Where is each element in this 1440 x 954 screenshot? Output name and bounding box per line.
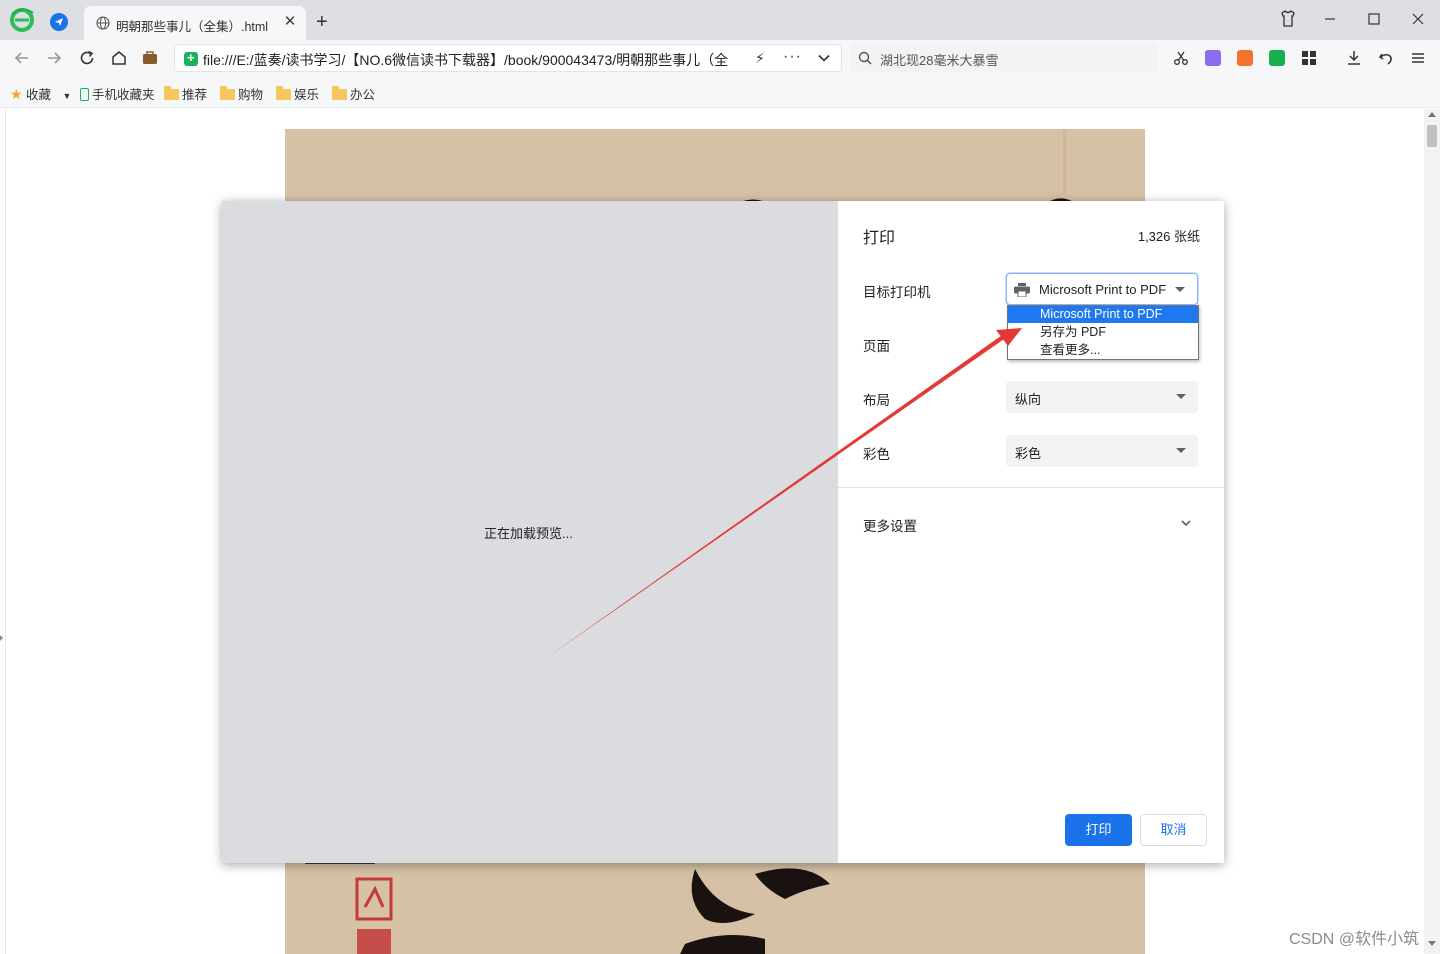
destination-select[interactable]: Microsoft Print to PDF xyxy=(1006,273,1198,305)
print-settings-panel: 打印 1,326 张纸 目标打印机 Microsoft Print to PDF… xyxy=(838,201,1224,863)
pages-label: 页面 xyxy=(863,339,890,354)
scroll-down-icon[interactable] xyxy=(1428,941,1436,946)
csdn-watermark: CSDN @软件小筑 xyxy=(1289,931,1420,948)
print-dialog: 正在加载预览... 打印 1,326 张纸 目标打印机 Microsoft Pr… xyxy=(222,201,1224,863)
printer-icon xyxy=(1014,283,1030,297)
color-value: 彩色 xyxy=(1015,446,1042,461)
preview-loading-text: 正在加载预览... xyxy=(484,526,573,541)
send-icon[interactable] xyxy=(50,13,68,31)
layout-label: 布局 xyxy=(863,393,890,408)
back-icon[interactable] xyxy=(13,49,31,67)
search-suggestion[interactable]: 湖北现28毫米大暴雪 xyxy=(880,50,998,69)
option-see-more[interactable]: 查看更多... xyxy=(1008,342,1198,359)
destination-label: 目标打印机 xyxy=(863,285,931,300)
sheet-count: 1,326 张纸 xyxy=(1137,229,1200,244)
cancel-button[interactable]: 取消 xyxy=(1140,814,1207,846)
layout-select[interactable]: 纵向 xyxy=(1006,381,1198,413)
chevron-down-icon[interactable] xyxy=(817,51,831,65)
minimize-button[interactable] xyxy=(1318,7,1342,31)
dropdown-arrow-icon xyxy=(1176,394,1186,399)
folder-icon xyxy=(220,86,235,100)
bookmark-folder-office[interactable]: 办公 xyxy=(332,84,375,103)
dropdown-arrow-icon xyxy=(1176,448,1186,453)
phone-icon xyxy=(80,88,89,101)
dropdown-arrow-icon xyxy=(1175,287,1185,292)
dialog-title: 打印 xyxy=(863,230,896,247)
settings-divider xyxy=(838,487,1224,488)
tab-strip: 明朝那些事儿（全集）.html ✕ + xyxy=(0,0,1440,40)
address-bar[interactable]: file:///E:/蓝奏/读书学习/【NO.6微信读书下载器】/book/90… xyxy=(174,44,842,72)
print-preview: 正在加载预览... xyxy=(222,201,838,863)
globe-icon xyxy=(96,16,110,30)
close-window-button[interactable] xyxy=(1406,7,1430,31)
chevron-down-icon[interactable] xyxy=(1180,517,1192,529)
search-box[interactable]: 湖北现28毫米大暴雪 xyxy=(850,44,1158,72)
tab-close-icon[interactable]: ✕ xyxy=(282,14,298,30)
bookmark-mobile[interactable]: 手机收藏夹 xyxy=(80,84,155,103)
folder-icon xyxy=(276,86,291,100)
print-button[interactable]: 打印 xyxy=(1065,814,1132,846)
forward-icon[interactable] xyxy=(45,49,63,67)
star-icon: ★ xyxy=(10,86,23,102)
bookmark-favorites[interactable]: ★ 收藏 ▼ xyxy=(10,84,71,103)
reader-icon[interactable] xyxy=(1269,50,1285,66)
search-icon xyxy=(858,51,872,65)
game-icon[interactable] xyxy=(1237,50,1253,66)
navigation-toolbar: file:///E:/蓝奏/读书学习/【NO.6微信读书下载器】/book/90… xyxy=(0,40,1440,76)
destination-dropdown-list: Microsoft Print to PDF 另存为 PDF 查看更多... xyxy=(1007,305,1199,360)
color-select[interactable]: 彩色 xyxy=(1006,435,1198,467)
bookmark-folder-shopping[interactable]: 购物 xyxy=(220,84,263,103)
browser-logo-icon[interactable] xyxy=(9,7,35,33)
bookmark-folder-recommend[interactable]: 推荐 xyxy=(164,84,207,103)
more-icon[interactable]: ··· xyxy=(783,48,802,66)
layout-value: 纵向 xyxy=(1015,392,1042,407)
maximize-button[interactable] xyxy=(1362,7,1386,31)
caret-down-icon[interactable]: ▼ xyxy=(63,91,72,101)
download-icon[interactable] xyxy=(1345,49,1363,67)
reload-icon[interactable] xyxy=(78,49,96,67)
translate-icon[interactable] xyxy=(1205,50,1221,66)
bookmark-folder-entertainment[interactable]: 娱乐 xyxy=(276,84,319,103)
undo-icon[interactable] xyxy=(1377,49,1395,67)
home-icon[interactable] xyxy=(110,49,128,67)
tab-active[interactable]: 明朝那些事儿（全集）.html ✕ xyxy=(84,6,306,40)
url-text[interactable]: file:///E:/蓝奏/读书学习/【NO.6微信读书下载器】/book/90… xyxy=(203,50,743,70)
sidebar-toggle-icon[interactable] xyxy=(0,635,3,641)
scroll-thumb[interactable] xyxy=(1427,125,1437,147)
menu-icon[interactable] xyxy=(1409,49,1427,67)
new-tab-button[interactable]: + xyxy=(316,12,328,32)
page-edge xyxy=(5,109,6,954)
destination-value: Microsoft Print to PDF xyxy=(1039,282,1167,297)
vertical-scrollbar[interactable] xyxy=(1424,109,1440,954)
secure-page-icon[interactable] xyxy=(184,50,198,66)
lightning-icon[interactable]: ⚡ xyxy=(755,50,765,67)
more-settings-toggle[interactable]: 更多设置 xyxy=(863,515,917,535)
option-save-as-pdf[interactable]: 另存为 PDF xyxy=(1008,324,1198,341)
folder-icon xyxy=(332,86,347,100)
bookmarks-bar: ★ 收藏 ▼ 手机收藏夹 推荐 购物 娱乐 办公 xyxy=(0,76,1440,108)
scissors-icon[interactable] xyxy=(1172,49,1190,67)
skin-icon[interactable] xyxy=(1276,7,1300,31)
option-microsoft-print-to-pdf[interactable]: Microsoft Print to PDF xyxy=(1008,306,1198,323)
briefcase-icon[interactable] xyxy=(141,49,159,67)
apps-grid-icon[interactable] xyxy=(1300,49,1318,67)
folder-icon xyxy=(164,86,179,100)
tab-title: 明朝那些事儿（全集）.html xyxy=(116,20,269,34)
color-label: 彩色 xyxy=(863,447,890,462)
scroll-up-icon[interactable] xyxy=(1428,112,1436,117)
